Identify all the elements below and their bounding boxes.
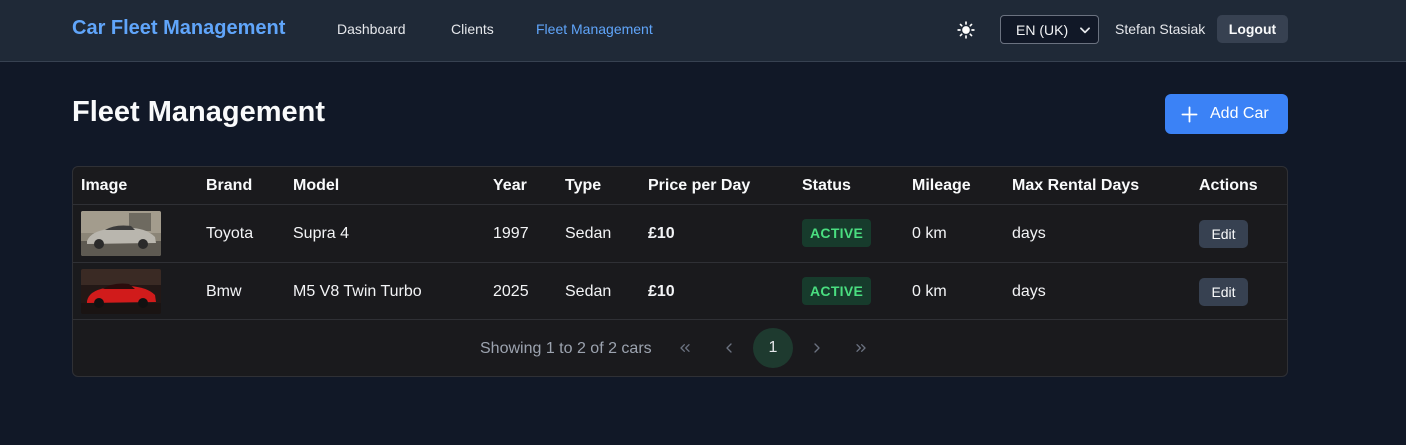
cell-model: M5 V8 Twin Turbo	[293, 283, 422, 300]
next-page-button[interactable]	[797, 328, 837, 368]
chevron-right-icon	[814, 343, 820, 353]
column-header-price[interactable]: Price per Day	[648, 177, 750, 195]
car-thumbnail	[81, 269, 161, 314]
cell-max-rental-days: days	[1012, 225, 1046, 242]
language-value: EN (UK)	[1016, 21, 1069, 38]
cell-price: £10	[648, 283, 675, 300]
chevrons-right-icon	[856, 344, 866, 352]
theme-toggle-button[interactable]	[955, 19, 977, 41]
column-header-image: Image	[81, 177, 128, 194]
edit-button[interactable]: Edit	[1199, 278, 1248, 306]
page-button-current[interactable]: 1	[753, 328, 793, 368]
status-badge: ACTIVE	[802, 219, 872, 247]
nav-link-dashboard[interactable]: Dashboard	[337, 21, 406, 37]
column-header-brand[interactable]: Brand	[206, 177, 252, 195]
top-navbar: Car Fleet Management Dashboard Clients F…	[0, 0, 1406, 62]
nav-link-fleet-management[interactable]: Fleet Management	[536, 21, 653, 37]
user-name: Stefan Stasiak	[1115, 21, 1206, 37]
cell-price: £10	[648, 225, 675, 242]
sun-icon	[957, 21, 975, 39]
pagination-bar: Showing 1 to 2 of 2 cars 1	[73, 319, 1287, 376]
column-header-status[interactable]: Status	[802, 177, 851, 195]
nav-link-clients[interactable]: Clients	[451, 21, 494, 37]
cell-type: Sedan	[565, 225, 612, 242]
cell-mileage: 0 km	[912, 225, 947, 242]
cell-brand: Bmw	[206, 283, 242, 300]
pagination-summary: Showing 1 to 2 of 2 cars	[480, 340, 652, 357]
fleet-table: Image Brand Model Year Type Price per Da…	[72, 166, 1288, 377]
column-header-actions: Actions	[1199, 177, 1258, 194]
page-title: Fleet Management	[72, 96, 325, 128]
chevrons-left-icon	[680, 344, 690, 352]
status-badge: ACTIVE	[802, 277, 872, 305]
last-page-button[interactable]	[841, 328, 881, 368]
add-car-button[interactable]: Add Car	[1165, 94, 1288, 134]
cell-type: Sedan	[565, 283, 612, 300]
column-header-max-rental-days[interactable]: Max Rental Days	[1012, 177, 1139, 195]
cell-mileage: 0 km	[912, 283, 947, 300]
plus-icon	[1181, 106, 1198, 122]
chevron-down-icon	[1080, 27, 1090, 34]
cell-brand: Toyota	[206, 225, 254, 242]
cell-year: 1997	[493, 225, 529, 242]
add-car-label: Add Car	[1210, 105, 1269, 122]
cell-model: Supra 4	[293, 225, 350, 242]
app-brand[interactable]: Car Fleet Management	[72, 17, 285, 40]
first-page-button[interactable]	[665, 328, 705, 368]
car-thumbnail	[81, 211, 161, 256]
table-row: Bmw M5 V8 Twin Turbo 2025 Sedan £10 ACTI…	[73, 262, 1287, 320]
column-header-model[interactable]: Model	[293, 177, 339, 195]
table-row: Toyota Supra 4 1997 Sedan £10 ACTIVE 0 k…	[73, 204, 1287, 262]
language-select[interactable]: EN (UK)	[1000, 15, 1099, 44]
edit-button[interactable]: Edit	[1199, 220, 1248, 248]
logout-button[interactable]: Logout	[1217, 15, 1288, 43]
chevron-left-icon	[726, 343, 732, 353]
cell-year: 2025	[493, 283, 529, 300]
previous-page-button[interactable]	[709, 328, 749, 368]
column-header-type[interactable]: Type	[565, 177, 601, 195]
cell-max-rental-days: days	[1012, 283, 1046, 300]
column-header-mileage[interactable]: Mileage	[912, 177, 971, 195]
column-header-year[interactable]: Year	[493, 177, 527, 195]
